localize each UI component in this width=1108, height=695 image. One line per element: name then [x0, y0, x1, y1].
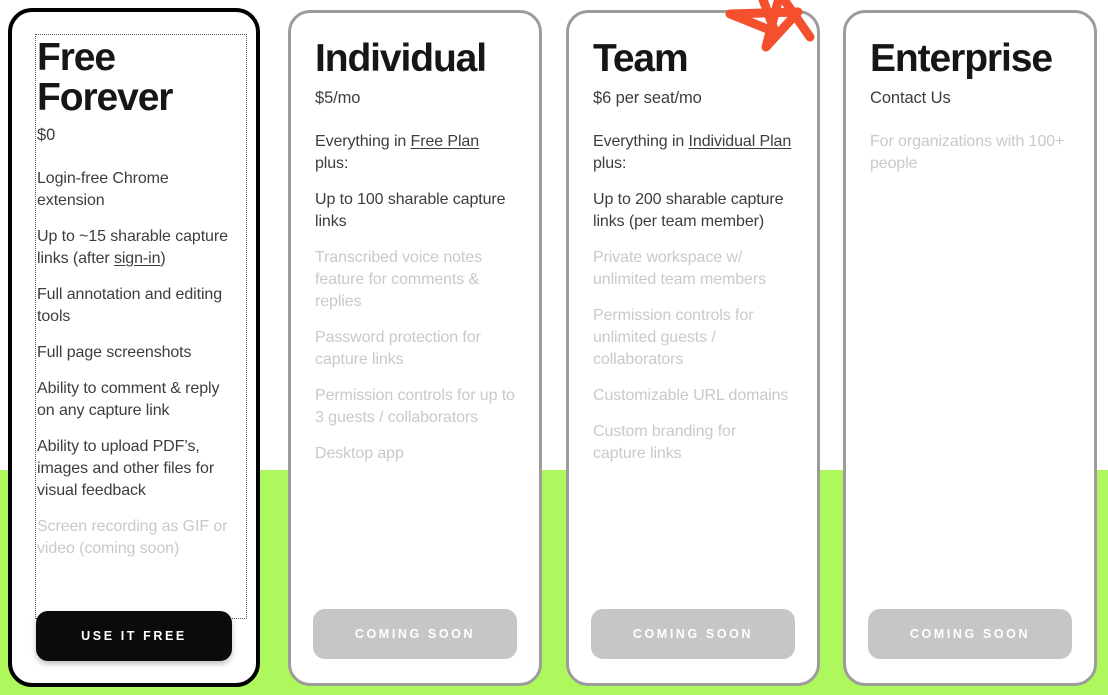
- coming-soon-button-team[interactable]: COMING SOON: [591, 609, 795, 659]
- feature-item-muted: Permission controls for unlimited guests…: [593, 307, 754, 368]
- use-it-free-button[interactable]: USE IT FREE: [36, 611, 232, 661]
- plan-title-free: Free Forever: [37, 36, 173, 119]
- pricing-card-enterprise-content: Enterprise Contact Us For organizations …: [846, 13, 1094, 683]
- feature-item: Everything in Free Plan plus:: [315, 131, 515, 175]
- pricing-card-team-content: Team $6 per seat/mo Everything in Indivi…: [569, 13, 817, 683]
- feature-text: Everything in: [593, 133, 689, 150]
- feature-item-muted: Permission controls for up to 3 guests /…: [315, 387, 515, 426]
- plan-price-individual: $5/mo: [315, 89, 361, 107]
- feature-text-tail: ): [160, 250, 166, 267]
- feature-text: Everything in: [315, 133, 411, 150]
- pricing-card-individual[interactable]: Individual $5/mo Everything in Free Plan…: [288, 10, 542, 686]
- feature-item: Ability to comment & reply on any captur…: [37, 380, 220, 419]
- feature-item-muted: Transcribed voice notes feature for comm…: [315, 249, 482, 310]
- individual-plan-link[interactable]: Individual Plan: [689, 133, 792, 150]
- sign-in-link[interactable]: sign-in: [114, 250, 161, 267]
- feature-item: Up to 200 sharable capture links (per te…: [593, 191, 784, 230]
- pricing-card-team[interactable]: Team $6 per seat/mo Everything in Indivi…: [566, 10, 820, 686]
- feature-item: Full annotation and editing tools: [37, 286, 222, 325]
- feature-item: Login-free Chrome extension: [37, 170, 169, 209]
- feature-item-muted: Desktop app: [315, 445, 404, 462]
- pricing-page: Free Forever $0 Login-free Chrome extens…: [0, 0, 1108, 695]
- feature-item: Ability to upload PDF’s, images and othe…: [37, 438, 215, 499]
- plan-price-team: $6 per seat/mo: [593, 89, 702, 107]
- feature-item-muted: Customizable URL domains: [593, 387, 789, 404]
- feature-text-tail: plus:: [593, 155, 627, 172]
- feature-item-muted: Private workspace w/ unlimited team memb…: [593, 249, 766, 288]
- feature-item: Up to ~15 sharable capture links (after …: [37, 226, 236, 270]
- feature-item-muted: Password protection for capture links: [315, 329, 481, 368]
- pricing-card-individual-content: Individual $5/mo Everything in Free Plan…: [291, 13, 539, 683]
- feature-item-muted: Screen recording as GIF or video (coming…: [37, 518, 228, 557]
- feature-item: Full page screenshots: [37, 344, 192, 361]
- feature-item: Everything in Individual Plan plus:: [593, 131, 793, 175]
- feature-item: Up to 100 sharable capture links: [315, 191, 506, 230]
- pricing-card-free-content: Free Forever $0 Login-free Chrome extens…: [12, 12, 256, 683]
- coming-soon-button-individual[interactable]: COMING SOON: [313, 609, 517, 659]
- plan-price-free: $0: [37, 126, 56, 144]
- feature-text-tail: plus:: [315, 155, 349, 172]
- plan-title-team: Team: [593, 37, 689, 80]
- plan-price-enterprise: Contact Us: [870, 89, 951, 107]
- plan-title-enterprise: Enterprise: [870, 37, 1053, 80]
- free-plan-link[interactable]: Free Plan: [411, 133, 480, 150]
- pricing-card-free[interactable]: Free Forever $0 Login-free Chrome extens…: [8, 8, 260, 687]
- plan-title-individual: Individual: [315, 37, 487, 80]
- pricing-card-enterprise[interactable]: Enterprise Contact Us For organizations …: [843, 10, 1097, 686]
- feature-item-muted: For organizations with 100+ people: [870, 133, 1065, 172]
- feature-item-muted: Custom branding for capture links: [593, 423, 737, 462]
- coming-soon-button-enterprise[interactable]: COMING SOON: [868, 609, 1072, 659]
